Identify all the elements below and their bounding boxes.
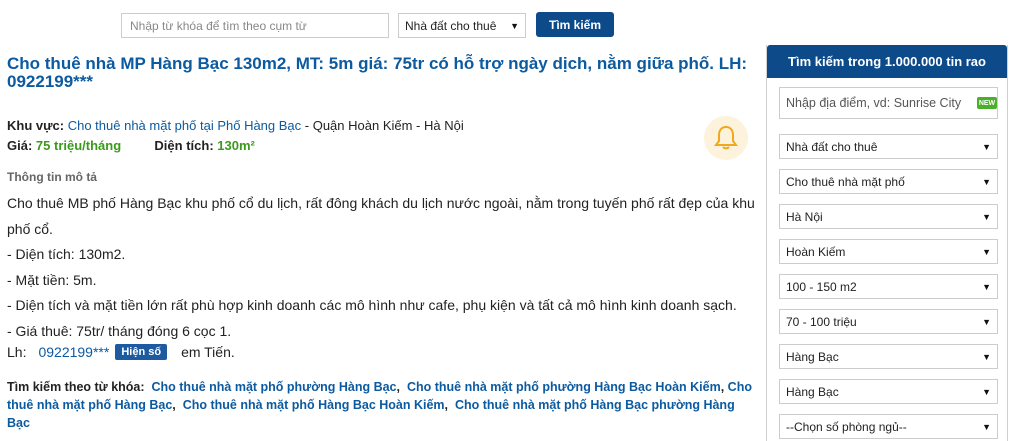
select-district[interactable]: Hoàn Kiếm ▼ <box>779 239 998 264</box>
select-price[interactable]: 70 - 100 triệu ▼ <box>779 309 998 334</box>
contact-phone: 0922199*** <box>38 344 110 360</box>
select-city[interactable]: Hà Nội ▼ <box>779 204 998 229</box>
category-select[interactable]: Nhà đất cho thuê ▼ <box>398 13 526 38</box>
select-bedrooms-value: --Chọn số phòng ngủ-- <box>786 419 907 434</box>
chevron-down-icon: ▼ <box>982 386 991 397</box>
select-bedrooms[interactable]: --Chọn số phòng ngủ-- ▼ <box>779 414 998 439</box>
chevron-down-icon: ▼ <box>982 316 991 327</box>
description-line: - Giá thuê: 75tr/ tháng đóng 6 cọc 1. <box>7 322 232 339</box>
select-type[interactable]: Nhà đất cho thuê ▼ <box>779 134 998 159</box>
new-badge: NEW <box>977 97 997 109</box>
select-district-value: Hoàn Kiếm <box>786 244 846 259</box>
area-rest: - Quận Hoàn Kiếm - Hà Nội <box>301 118 464 133</box>
keyword-links: Tìm kiếm theo từ khóa: Cho thuê nhà mặt … <box>7 380 752 430</box>
chevron-down-icon: ▼ <box>982 421 991 432</box>
contact-name: em Tiến. <box>181 344 235 360</box>
select-type-value: Nhà đất cho thuê <box>786 139 878 154</box>
select-street[interactable]: Hàng Bạc ▼ <box>779 379 998 404</box>
select-street-value: Hàng Bạc <box>786 384 839 399</box>
select-category-value: Cho thuê nhà mặt phố <box>786 174 905 189</box>
select-ward-value: Hàng Bạc <box>786 349 839 364</box>
bell-icon <box>714 125 738 150</box>
chevron-down-icon: ▼ <box>982 211 991 222</box>
save-alert-button[interactable] <box>704 116 748 160</box>
keyword-link[interactable]: Cho thuê nhà mặt phố Hàng Bạc Hoàn Kiếm <box>183 398 445 412</box>
search-button[interactable]: Tìm kiếm <box>536 12 614 37</box>
contact-label: Lh: <box>7 344 27 360</box>
description-line: - Diện tích và mặt tiền lớn rất phù hợp … <box>7 297 737 313</box>
sidebar-header: Tìm kiếm trong 1.000.000 tin rao <box>767 45 1007 78</box>
size-label: Diện tích: <box>154 138 214 153</box>
select-category[interactable]: Cho thuê nhà mặt phố ▼ <box>779 169 998 194</box>
chevron-down-icon: ▼ <box>510 20 519 31</box>
show-number-button[interactable]: Hiện số <box>115 344 168 360</box>
location-input[interactable] <box>779 87 998 119</box>
price-label: Giá: <box>7 138 33 153</box>
category-select-value: Nhà đất cho thuê <box>405 18 497 33</box>
description-line: - Diện tích: 130m2. <box>7 246 126 262</box>
area-label: Khu vực: <box>7 118 65 133</box>
description-heading: Thông tin mô tả <box>7 170 97 184</box>
size-value: 130m² <box>217 138 255 153</box>
select-area[interactable]: 100 - 150 m2 ▼ <box>779 274 998 299</box>
chevron-down-icon: ▼ <box>982 281 991 292</box>
description-body: Cho thuê MB phố Hàng Bạc khu phố cổ du l… <box>7 191 757 344</box>
description-line: Cho thuê MB phố Hàng Bạc khu phố cổ du l… <box>7 195 755 237</box>
contact-row: Lh: 0922199*** Hiện số em Tiến. <box>7 344 235 360</box>
area-row: Khu vực: Cho thuê nhà mặt phố tại Phố Hà… <box>7 118 464 133</box>
chevron-down-icon: ▼ <box>982 246 991 257</box>
select-price-value: 70 - 100 triệu <box>786 314 857 329</box>
select-area-value: 100 - 150 m2 <box>786 279 857 294</box>
search-sidebar: Tìm kiếm trong 1.000.000 tin rao NEW Nhà… <box>766 45 1008 441</box>
keywords-label: Tìm kiếm theo từ khóa: <box>7 380 145 394</box>
description-line: - Mặt tiền: 5m. <box>7 271 97 288</box>
price-value: 75 triệu/tháng <box>35 138 122 153</box>
listing-title: Cho thuê nhà MP Hàng Bạc 130m2, MT: 5m g… <box>7 54 748 91</box>
select-ward[interactable]: Hàng Bạc ▼ <box>779 344 998 369</box>
chevron-down-icon: ▼ <box>982 351 991 362</box>
area-link[interactable]: Cho thuê nhà mặt phố tại Phố Hàng Bạc <box>68 118 301 133</box>
keyword-search-input[interactable] <box>121 13 389 38</box>
keyword-link[interactable]: Cho thuê nhà mặt phố phường Hàng Bạc <box>152 380 397 394</box>
keyword-link[interactable]: Cho thuê nhà mặt phố phường Hàng Bạc Hoà… <box>407 380 721 394</box>
chevron-down-icon: ▼ <box>982 176 991 187</box>
chevron-down-icon: ▼ <box>982 141 991 152</box>
price-row: Giá: 75 triệu/tháng Diện tích: 130m² <box>7 138 255 153</box>
select-city-value: Hà Nội <box>786 209 823 224</box>
